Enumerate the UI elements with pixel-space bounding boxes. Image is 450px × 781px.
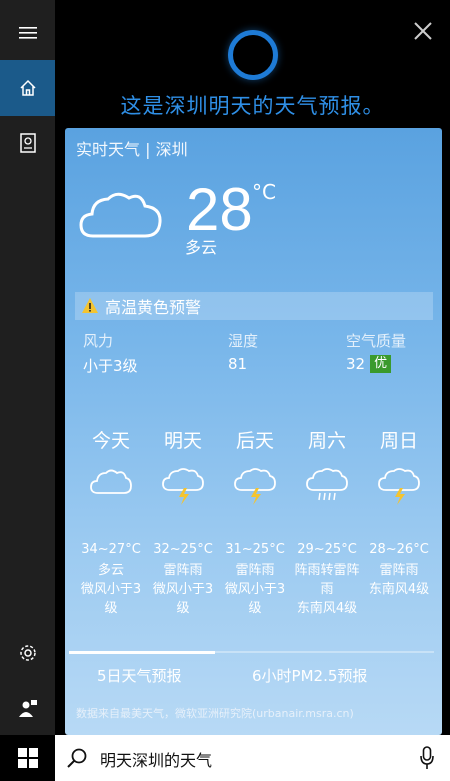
forecast-wind: 级 bbox=[248, 601, 262, 616]
forecast-day[interactable]: 周日 28~26°C 雷阵雨 东南风4级 bbox=[359, 426, 439, 599]
home-icon bbox=[19, 79, 36, 96]
forecast-wind: 微风小于3 bbox=[80, 582, 142, 597]
weather-card[interactable]: 实时天气 | 深圳 28 °C 多云 高温黄色预警 风力 小于3级 湿度 81 … bbox=[65, 128, 442, 735]
stat-humidity: 湿度 81 bbox=[228, 330, 258, 373]
weather-stats: 风力 小于3级 湿度 81 空气质量 32 优 bbox=[65, 330, 442, 380]
left-rail bbox=[0, 0, 55, 781]
aqi-badge: 优 bbox=[370, 355, 392, 373]
forecast-day[interactable]: 今天 34~27°C 多云 微风小于3 级 bbox=[71, 426, 151, 618]
temperature-unit: °C bbox=[252, 180, 276, 204]
forecast-day[interactable]: 后天 31~25°C 雷阵雨 微风小于3 级 bbox=[215, 426, 295, 618]
forecast-day[interactable]: 周六 29~25°C 阵雨转雷阵 雨 东南风4级 bbox=[287, 426, 367, 618]
stat-value: 81 bbox=[228, 355, 248, 373]
tab-5-day-forecast[interactable]: 5日天气预报 bbox=[97, 665, 182, 686]
active-tab-indicator bbox=[69, 651, 215, 654]
forecast-range: 34~27°C bbox=[81, 542, 141, 557]
notebook-button[interactable] bbox=[0, 115, 55, 171]
start-button[interactable] bbox=[0, 735, 55, 781]
person-feedback-icon bbox=[18, 700, 37, 717]
card-title: 实时天气 | 深圳 bbox=[76, 140, 188, 159]
cloud-icon bbox=[90, 469, 132, 494]
thunderstorm-icon bbox=[162, 468, 204, 505]
cloud-icon bbox=[79, 192, 162, 238]
close-icon bbox=[414, 22, 432, 40]
stat-label: 湿度 bbox=[228, 332, 259, 350]
stat-value: 小于3级 bbox=[83, 357, 138, 375]
forecast-wind: 东南风4级 bbox=[296, 601, 358, 616]
tab-pm25-forecast[interactable]: 6小时PM2.5预报 bbox=[252, 665, 367, 686]
stat-label: 风力 bbox=[83, 332, 114, 350]
search-input[interactable]: 明天深圳的天气 bbox=[100, 747, 212, 771]
settings-button[interactable] bbox=[0, 625, 55, 681]
forecast-condition: 阵雨转雷阵 bbox=[294, 563, 360, 578]
forecast-day-name: 后天 bbox=[235, 430, 274, 452]
feedback-button[interactable] bbox=[0, 680, 55, 736]
forecast-day-name: 明天 bbox=[163, 430, 202, 452]
close-button[interactable] bbox=[410, 18, 436, 44]
taskbar-search: 明天深圳的天气 bbox=[0, 735, 450, 781]
cortana-speech: 这是深圳明天的天气预报。 bbox=[120, 94, 385, 118]
home-button[interactable] bbox=[0, 60, 55, 116]
notebook-icon bbox=[19, 133, 36, 153]
forecast-range: 31~25°C bbox=[225, 542, 285, 557]
forecast-day-name: 今天 bbox=[91, 430, 130, 452]
forecast-wind: 级 bbox=[176, 601, 190, 616]
forecast-day[interactable]: 明天 32~25°C 雷阵雨 微风小于3 级 bbox=[143, 426, 223, 618]
forecast-range: 29~25°C bbox=[297, 542, 357, 557]
thunderstorm-icon bbox=[378, 468, 420, 505]
stat-value: 32 优 bbox=[346, 355, 406, 373]
search-icon bbox=[67, 748, 87, 768]
cortana-ring-icon bbox=[228, 30, 278, 80]
stat-air-quality: 空气质量 32 优 bbox=[346, 330, 406, 373]
gear-icon bbox=[19, 645, 36, 661]
current-temperature: 28 bbox=[186, 176, 253, 243]
stat-label: 空气质量 bbox=[346, 332, 407, 350]
forecast-tabs: 5日天气预报 6小时PM2.5预报 bbox=[69, 651, 434, 691]
current-condition: 多云 bbox=[185, 238, 218, 257]
hamburger-icon bbox=[18, 27, 37, 39]
forecast-wind: 微风小于3 bbox=[224, 582, 286, 597]
warning-icon bbox=[82, 298, 98, 313]
forecast-wind: 微风小于3 bbox=[152, 582, 214, 597]
rain-icon bbox=[306, 468, 348, 501]
forecast-range: 32~25°C bbox=[153, 542, 213, 557]
hamburger-menu-button[interactable] bbox=[0, 5, 55, 61]
forecast-condition: 雷阵雨 bbox=[379, 563, 419, 578]
stat-wind: 风力 小于3级 bbox=[83, 330, 138, 376]
forecast-condition: 雷阵雨 bbox=[163, 563, 203, 578]
forecast-wind: 东南风4级 bbox=[368, 582, 430, 597]
forecast-condition: 多云 bbox=[97, 563, 124, 578]
microphone-icon[interactable] bbox=[420, 746, 434, 770]
data-source-note: 数据来自最美天气，微软亚洲研究院(urbanair.msra.cn) bbox=[76, 707, 354, 720]
weather-alert[interactable]: 高温黄色预警 bbox=[75, 292, 433, 320]
forecast-condition: 雷阵雨 bbox=[235, 563, 275, 578]
forecast-wind: 级 bbox=[104, 601, 118, 616]
cortana-header: 这是深圳明天的天气预报。 bbox=[55, 0, 450, 128]
forecast-wind: 雨 bbox=[320, 582, 334, 597]
forecast-day-name: 周日 bbox=[379, 430, 418, 452]
alert-text: 高温黄色预警 bbox=[105, 298, 202, 317]
windows-logo-icon bbox=[17, 748, 38, 768]
forecast-day-name: 周六 bbox=[307, 430, 346, 452]
thunderstorm-icon bbox=[234, 468, 276, 505]
forecast-range: 28~26°C bbox=[369, 542, 429, 557]
